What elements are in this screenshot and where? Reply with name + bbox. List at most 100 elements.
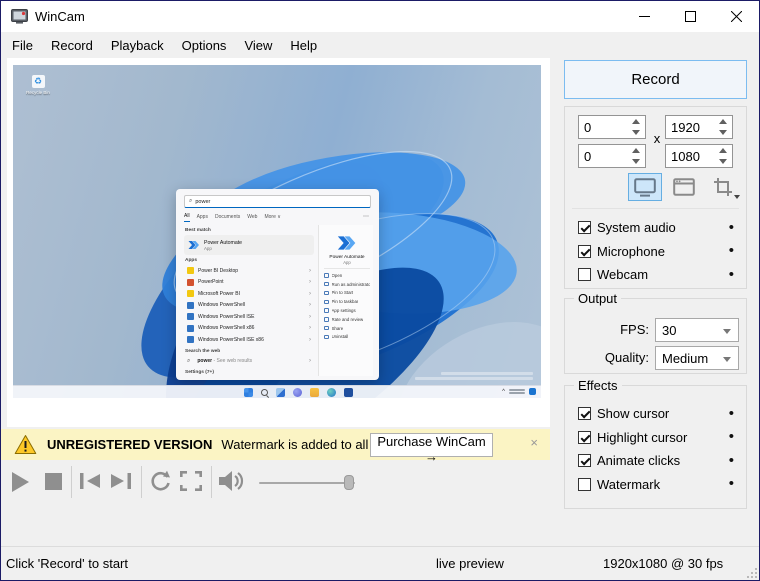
region-x-spinner[interactable]: 0 [578,115,646,139]
effect-options-dot-button[interactable]: • [727,479,736,489]
spin-up-icon[interactable] [714,116,732,127]
apps-result-list: Power BI Desktop › PowerPoint › [184,265,314,346]
maximize-icon [685,11,696,22]
search-results-column: Best match Power Automate App Apps [184,225,314,377]
volume-slider-thumb[interactable] [344,475,354,490]
app-icon [187,325,194,332]
app-result-row: PowerPoint › [184,277,314,289]
source-options-dot-button[interactable]: • [727,246,736,256]
search-icon: ⌕ [189,198,192,205]
app-result-row: Windows PowerShell x86 › [184,323,314,335]
effect-options-dot-button[interactable]: • [727,432,736,442]
system-tray: ^ [502,388,536,395]
warning-close-button[interactable]: × [530,436,538,449]
wincam-window: WinCam FileRecordPlaybackOptionsViewHelp [0,0,760,581]
spin-up-icon[interactable] [714,145,732,156]
source-options-dot-button[interactable]: • [727,270,736,280]
record-button[interactable]: Record [564,60,747,99]
task-view-icon [276,388,285,397]
menu-item[interactable]: Playback [102,34,173,57]
dropdown-caret-icon [723,357,731,362]
action-icon [324,300,329,305]
effect-options-dot-button[interactable]: • [727,456,736,466]
warning-title: UNREGISTERED VERSION [47,437,212,452]
checkbox[interactable] [578,454,591,467]
play-button[interactable] [11,471,30,493]
best-match-name: Power Automate [204,240,242,246]
stop-button[interactable] [45,473,62,490]
effect-row: Show cursor • [578,402,736,426]
checkbox[interactable] [578,431,591,444]
action-icon [324,291,329,296]
spin-down-icon[interactable] [627,127,645,138]
capture-settings-group: 0 1920 0 1080 x [564,106,747,289]
region-height-spinner[interactable]: 1080 [665,144,733,168]
separator [71,466,72,498]
quality-dropdown[interactable]: Medium [655,346,739,370]
menu-item[interactable]: File [3,34,42,57]
power-automate-logo-large [337,233,357,253]
app-icon [187,302,194,309]
app-result-row: Windows PowerShell › [184,300,314,312]
menu-item[interactable]: View [235,34,281,57]
skip-to-end-button[interactable] [111,473,131,489]
source-row: Webcam • [578,263,736,287]
status-resolution: 1920x1080 @ 30 fps [603,556,723,571]
effect-options-dot-button[interactable]: • [727,409,736,419]
volume-slider[interactable] [259,479,355,487]
app-icon [187,267,194,274]
capture-mode-screen-button[interactable] [628,173,662,201]
fps-dropdown[interactable]: 30 [655,318,739,342]
settings-group-row: Settings (7+) [185,370,314,375]
edge-icon [327,388,336,397]
checkbox[interactable] [578,221,591,234]
purchase-button[interactable]: Purchase WinCam → [370,433,493,457]
menu-item[interactable]: Options [173,34,236,57]
minimize-button[interactable] [621,1,667,32]
menu-item[interactable]: Record [42,34,102,57]
maximize-button[interactable] [667,1,713,32]
checkbox[interactable] [578,245,591,258]
spin-down-icon[interactable] [714,156,732,167]
source-row: Microphone • [578,240,736,264]
volume-button[interactable] [219,470,247,492]
action-icon [324,273,329,278]
detail-action-row: App settings [324,306,370,315]
spin-up-icon[interactable] [627,145,645,156]
app-result-row: Microsoft Power BI › [184,288,314,300]
capture-mode-region-button[interactable] [706,173,740,201]
title-bar: WinCam [1,1,759,32]
chevron-right-icon: › [309,314,311,320]
skip-to-start-button[interactable] [80,473,100,489]
capture-mode-window-button[interactable] [667,173,701,201]
action-icon [324,335,329,340]
output-group: Output FPS: 30 Quality: Medium [564,298,747,374]
close-button[interactable] [713,1,759,32]
app-icon [187,290,194,297]
menu-item[interactable]: Help [281,34,326,57]
search-more-icon: ⋯ [363,213,371,220]
spin-down-icon[interactable] [714,127,732,138]
spin-down-icon[interactable] [627,156,645,167]
chevron-right-icon: › [309,291,311,297]
resize-grip[interactable] [747,568,757,578]
region-y-spinner[interactable]: 0 [578,144,646,168]
checkbox[interactable] [578,268,591,281]
action-icon [324,317,329,322]
region-width-spinner[interactable]: 1920 [665,115,733,139]
checkbox[interactable] [578,478,591,491]
volume-slider-track [259,482,355,484]
app-result-row: Windows PowerShell ISE › [184,311,314,323]
spin-up-icon[interactable] [627,116,645,127]
fullscreen-button[interactable] [180,471,202,491]
play-icon [11,471,30,493]
detail-actions: Open Run as administrator Pin to Start [324,271,370,341]
loop-button[interactable] [150,470,171,492]
detail-action-row: Open [324,271,370,280]
unregistered-warning-bar: UNREGISTERED VERSION Watermark is added … [1,429,550,460]
status-hint: Click 'Record' to start [6,556,128,571]
checkbox[interactable] [578,407,591,420]
search-tab: Web [247,214,257,222]
source-options-dot-button[interactable]: • [727,223,736,233]
dimension-separator: x [652,131,662,146]
